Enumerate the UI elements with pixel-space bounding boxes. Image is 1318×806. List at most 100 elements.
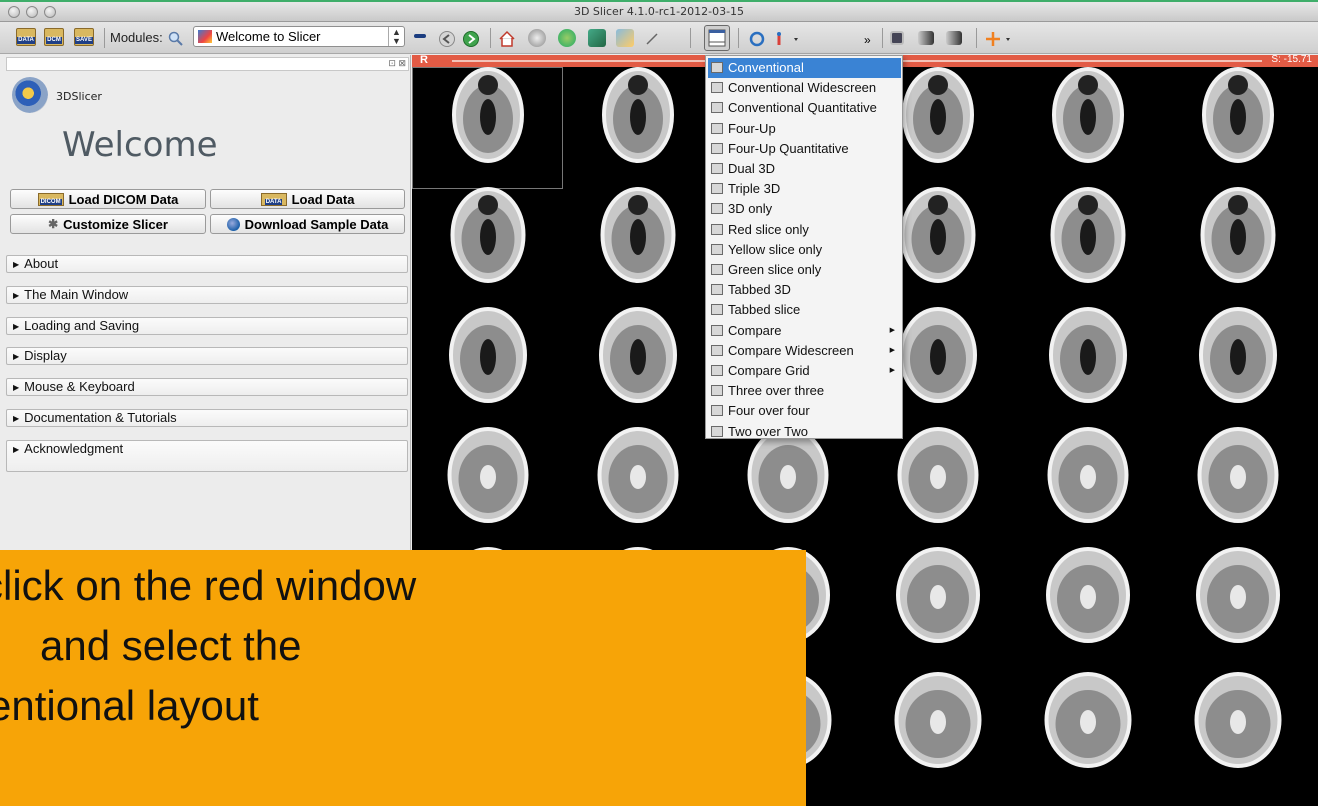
layout-menu-item[interactable]: Compare Grid ▶ [708,361,901,381]
back-arrow-icon [439,31,455,47]
scene-view-restore-icon[interactable] [946,31,962,45]
layout-menu-item[interactable]: Conventional [708,58,901,78]
save-icon: SAVE [74,28,94,46]
layout-menu-item[interactable]: Dual 3D [708,159,901,179]
mri-slice [1200,187,1276,283]
layout-dropdown-menu[interactable]: Conventional Conventional Widescreen Conve… [705,55,903,439]
layout-menu-item-label: Two over Two [728,423,808,439]
layout-preview-icon [711,142,723,154]
layout-menu-item-label: Red slice only [728,221,809,237]
layout-menu-item[interactable]: 3D only [708,199,901,219]
toolbar-overflow-button[interactable]: » [864,29,871,51]
layout-menu-item-label: Compare Grid [728,363,810,378]
mri-slice [897,427,979,523]
layout-menu-item-label: Four-Up [728,120,776,136]
layout-menu-item[interactable]: Four over four [708,401,901,421]
layout-menu-item-label: Compare Widescreen [728,342,854,358]
expand-triangle-icon: ▶ [13,260,20,269]
toolbar-separator [738,28,739,48]
callout-line-1: click on the red window [0,562,417,609]
callout-line-3: entional layout [0,682,259,729]
title-bar: 3D Slicer 4.1.0-rc1-2012-03-15 [0,0,1318,22]
layout-menu-item[interactable]: Four-Up [708,119,901,139]
models-icon[interactable] [528,29,546,47]
load-dicom-data-button[interactable]: DICOM Load DICOM Data [10,189,206,209]
section-main-window[interactable]: ▶ The Main Window [6,286,408,304]
customize-slicer-button[interactable]: ✱ Customize Slicer [10,214,206,234]
layout-menu-item-label: Dual 3D [728,161,775,176]
screenshot-icon[interactable] [890,31,904,45]
crosshair-link-button[interactable] [748,28,766,50]
mouse-mode-button[interactable] [774,28,804,50]
layout-menu-item[interactable]: Green slice only [708,260,901,280]
layout-menu-item[interactable]: Tabbed slice [708,300,901,320]
mri-slice [1050,187,1126,283]
module-search-button[interactable] [168,28,184,50]
mri-slice [1202,67,1274,163]
save-button[interactable]: SAVE [74,26,94,48]
download-sample-data-button[interactable]: Download Sample Data [210,214,405,234]
gear-icon: ✱ [48,217,59,231]
layout-menu-item[interactable]: Compare Widescreen ▶ [708,341,901,361]
section-documentation[interactable]: ▶ Documentation & Tutorials [6,409,408,427]
data-icon: DATA [260,192,287,206]
layout-menu-item[interactable]: Conventional Widescreen [708,78,901,98]
module-history-icon[interactable] [414,34,426,38]
layout-preview-icon [711,365,723,376]
panel-dock-header: ⊡ ⊠ [6,57,409,71]
layout-menu-item[interactable]: Four-Up Quantitative [708,139,901,159]
section-acknowledgment[interactable]: ▶ Acknowledgment [6,440,408,472]
section-about[interactable]: ▶ About [6,255,408,273]
layout-icon [708,29,726,47]
scene-view-icon[interactable] [918,31,934,45]
layout-menu-item-label: Three over three [728,383,825,399]
refresh-icon [749,31,765,47]
load-dicom-button[interactable]: DCM [44,26,64,48]
layout-preview-icon [711,304,723,316]
load-data-button[interactable]: DATA [16,26,36,48]
modules-label: Modules: [110,30,163,45]
expand-triangle-icon: ▶ [13,445,20,454]
layout-preview-icon [711,264,723,275]
toolbar-separator [976,28,977,48]
layout-menu-item-label: Four-Up Quantitative [728,140,849,156]
mri-slice [602,67,674,163]
annotation-button[interactable] [644,28,660,50]
layout-menu-item[interactable]: Compare ▶ [708,321,901,341]
toolbar-separator [690,28,691,48]
transforms-icon[interactable] [588,29,606,47]
volumes-icon[interactable] [558,29,576,47]
load-data-button[interactable]: DATA Load Data [210,189,405,209]
mri-slice [747,427,829,523]
updown-arrows-icon: ▲ ▼ [388,27,404,46]
section-mouse-keyboard[interactable]: ▶ Mouse & Keyboard [6,378,408,396]
back-button[interactable] [438,28,456,50]
submenu-arrow-icon: ▶ [889,367,895,374]
fiducial-placement-button[interactable] [984,28,1014,50]
layout-menu-item-label: Conventional Quantitative [728,100,877,116]
layout-menu-item-label: Compare [728,322,782,338]
home-icon [499,30,515,47]
layout-menu-item-label: Conventional Widescreen [728,80,877,96]
home-button[interactable] [498,28,516,50]
globe-icon [226,217,240,231]
layout-menu-item[interactable]: Two over Two [708,422,901,442]
mri-slice [896,547,980,643]
section-loading-saving[interactable]: ▶ Loading and Saving [6,317,408,335]
mri-slice [449,307,527,403]
layout-menu-item-label: Green slice only [728,262,822,277]
forward-button[interactable] [462,28,480,50]
layout-menu-item[interactable]: Tabbed 3D [708,280,901,300]
dicom-icon: DICOM [37,192,64,206]
layout-button[interactable] [704,25,730,51]
editor-icon[interactable] [616,29,634,47]
mri-slice [899,307,977,403]
module-selector[interactable]: Welcome to Slicer ▲ ▼ [193,26,405,47]
layout-menu-item[interactable]: Triple 3D [708,179,901,199]
layout-menu-item[interactable]: Red slice only [708,220,901,240]
layout-menu-item[interactable]: Yellow slice only [708,240,901,260]
layout-menu-item[interactable]: Conventional Quantitative [708,98,901,118]
dock-buttons[interactable]: ⊡ ⊠ [388,58,406,69]
layout-menu-item[interactable]: Three over three [708,381,901,401]
section-display[interactable]: ▶ Display [6,347,408,365]
